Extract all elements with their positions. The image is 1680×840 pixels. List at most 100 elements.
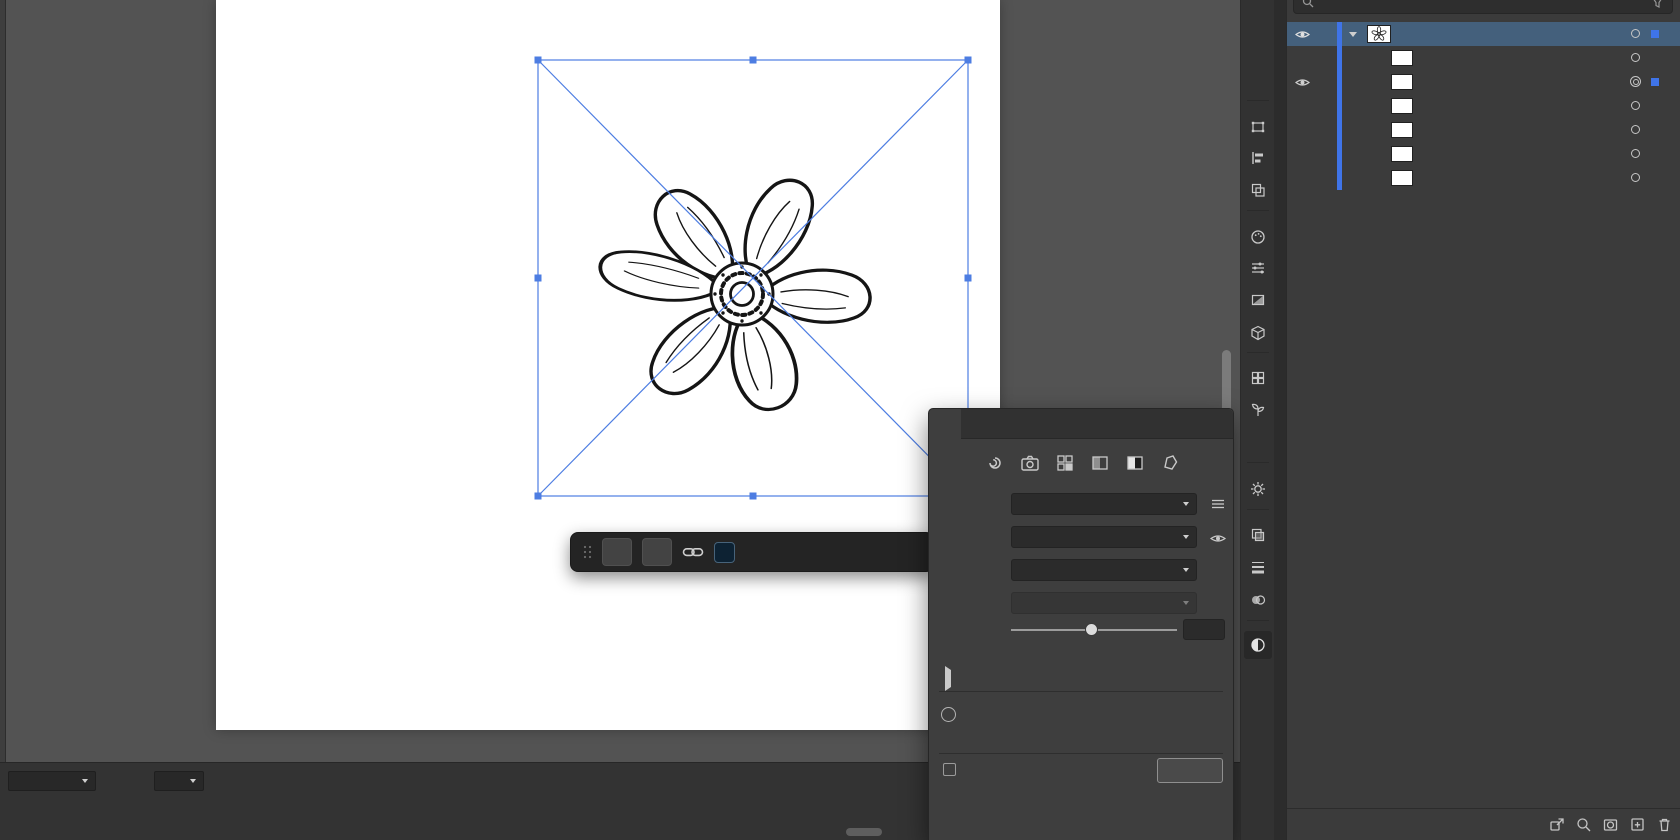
locate-object-icon[interactable]: [1575, 816, 1592, 833]
image-trace-button[interactable]: [602, 538, 632, 566]
trace-preset-icons: [983, 451, 1182, 475]
artboard-number-field[interactable]: [154, 771, 204, 791]
view-eye-icon[interactable]: [1209, 529, 1227, 547]
panel-header: [929, 409, 1233, 439]
visibility-eye-icon[interactable]: [1295, 29, 1310, 40]
window-left-edge: [0, 0, 6, 840]
transform-panel-icon[interactable]: [1244, 113, 1272, 141]
layer-row[interactable]: [1287, 118, 1680, 142]
layer-row[interactable]: [1287, 142, 1680, 166]
layer-color-bar: [1337, 46, 1342, 70]
color-panel-icon[interactable]: [1244, 223, 1272, 251]
layer-color-bar: [1337, 166, 1342, 190]
layer-thumbnail[interactable]: [1367, 25, 1391, 43]
opentype-panel-icon[interactable]: [1244, 68, 1272, 96]
layers-panel: [1286, 0, 1680, 840]
image-trace-panel-icon[interactable]: [1244, 631, 1272, 659]
paragraph-panel-icon[interactable]: [1244, 34, 1272, 62]
image-trace-tab[interactable]: [929, 409, 961, 439]
target-circle-icon[interactable]: [1631, 29, 1640, 38]
character-panel-icon[interactable]: [1244, 4, 1272, 32]
divider: [1247, 352, 1269, 353]
divider: [1247, 210, 1269, 211]
layer-row[interactable]: [1287, 46, 1680, 70]
drag-grip-icon[interactable]: [583, 544, 592, 560]
layer-row[interactable]: [1287, 70, 1680, 94]
threshold-value-field[interactable]: [1183, 619, 1225, 640]
advanced-disclosure-icon[interactable]: [945, 670, 951, 688]
mode-dropdown[interactable]: [1011, 559, 1197, 581]
selection-bounding-box[interactable]: [534, 56, 972, 500]
layer-color-bar: [1337, 70, 1342, 94]
item-thumbnail[interactable]: [1391, 98, 1413, 114]
outline-icon[interactable]: [1158, 451, 1182, 475]
horizontal-scrollbar-thumb[interactable]: [846, 828, 882, 836]
vertical-scrollbar-thumb[interactable]: [1222, 350, 1231, 414]
link-icon[interactable]: [682, 542, 704, 562]
artboards-panel-icon[interactable]: [1244, 364, 1272, 392]
mask-image-button[interactable]: [642, 538, 672, 566]
layer-row[interactable]: [1287, 22, 1680, 46]
target-circle-icon[interactable]: [1631, 149, 1640, 158]
search-input[interactable]: [1293, 0, 1673, 14]
rotation-field[interactable]: [8, 771, 96, 791]
gradient-panel-icon[interactable]: [1244, 286, 1272, 314]
trace-button[interactable]: [1157, 758, 1223, 783]
visibility-eye-icon[interactable]: [1295, 77, 1310, 88]
divider: [1247, 462, 1269, 463]
target-circle-icon[interactable]: [1631, 173, 1640, 182]
auto-color-icon[interactable]: [983, 451, 1007, 475]
dock-gap: [1274, 0, 1286, 840]
new-layer-icon[interactable]: [1629, 816, 1646, 833]
item-thumbnail[interactable]: [1391, 146, 1413, 162]
chevron-down-icon: [1183, 568, 1189, 572]
color-guide-panel-icon[interactable]: [1244, 254, 1272, 282]
preset-dropdown[interactable]: [1011, 493, 1197, 515]
illustrator-window: [0, 0, 1680, 840]
high-color-icon[interactable]: [1018, 451, 1042, 475]
context-task-bar: [570, 532, 934, 572]
preset-menu-icon[interactable]: [1209, 495, 1227, 513]
delete-layer-icon[interactable]: [1656, 816, 1673, 833]
photoshop-icon[interactable]: [714, 542, 735, 563]
low-color-icon[interactable]: [1053, 451, 1077, 475]
item-thumbnail[interactable]: [1391, 50, 1413, 66]
selection-indicator[interactable]: [1651, 30, 1659, 38]
transparency-panel-icon[interactable]: [1244, 521, 1272, 549]
brushes-panel-icon[interactable]: [1244, 475, 1272, 503]
layer-row[interactable]: [1287, 94, 1680, 118]
filter-icon[interactable]: [1651, 0, 1664, 9]
item-thumbnail[interactable]: [1391, 122, 1413, 138]
symbols-panel-icon[interactable]: [1244, 428, 1272, 456]
item-thumbnail[interactable]: [1391, 170, 1413, 186]
divider: [1247, 620, 1269, 621]
selection-indicator[interactable]: [1651, 78, 1659, 86]
libraries-panel-icon[interactable]: [1244, 396, 1272, 424]
align-panel-icon[interactable]: [1244, 144, 1272, 172]
view-dropdown[interactable]: [1011, 526, 1197, 548]
preview-checkbox[interactable]: [943, 763, 956, 776]
grayscale-icon[interactable]: [1088, 451, 1112, 475]
divider: [939, 753, 1223, 754]
panel-dock-icon-strip: [1240, 0, 1274, 840]
black-white-icon[interactable]: [1123, 451, 1147, 475]
collect-export-icon[interactable]: [1548, 816, 1565, 833]
palette-dropdown: [1011, 592, 1197, 614]
threshold-slider-thumb[interactable]: [1085, 623, 1098, 636]
target-circle-icon[interactable]: [1631, 125, 1640, 134]
target-circle-icon[interactable]: [1631, 53, 1640, 62]
chevron-down-icon: [82, 779, 88, 783]
layer-row[interactable]: [1287, 166, 1680, 190]
image-trace-panel: [928, 408, 1234, 840]
item-thumbnail[interactable]: [1391, 74, 1413, 90]
chevron-down-icon: [1183, 601, 1189, 605]
target-double-circle-icon[interactable]: [1630, 76, 1641, 87]
chevron-down-icon[interactable]: [1349, 32, 1357, 37]
stroke-panel-icon[interactable]: [1244, 553, 1272, 581]
pathfinder-panel-icon[interactable]: [1244, 176, 1272, 204]
info-icon: [941, 707, 956, 722]
make-mask-icon[interactable]: [1602, 816, 1619, 833]
swatches-panel-icon[interactable]: [1244, 586, 1272, 614]
target-circle-icon[interactable]: [1631, 101, 1640, 110]
3d-panel-icon[interactable]: [1244, 319, 1272, 347]
